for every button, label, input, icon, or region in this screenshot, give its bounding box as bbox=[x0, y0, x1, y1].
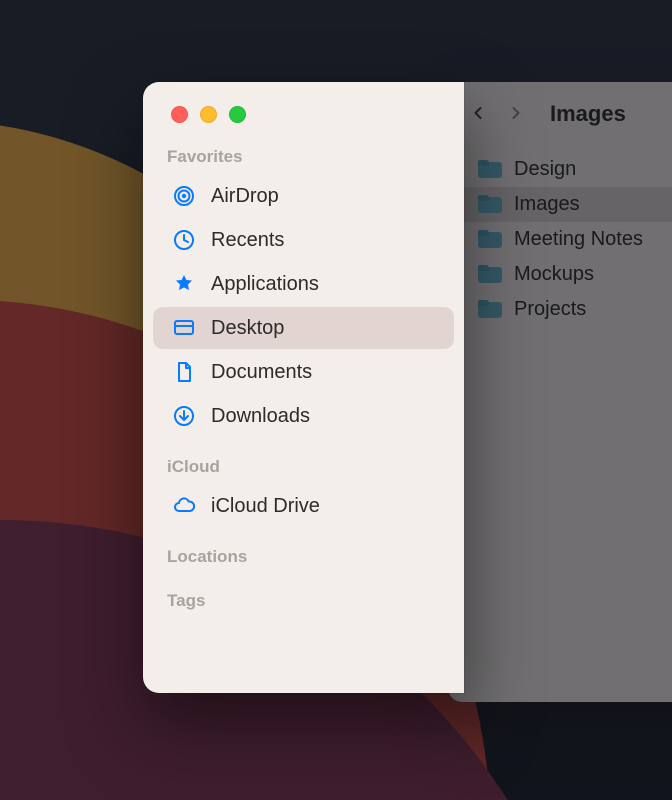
sidebar-item-label: Desktop bbox=[211, 317, 284, 340]
clock-icon bbox=[171, 227, 197, 253]
sidebar-item-label: Downloads bbox=[211, 405, 310, 428]
download-icon bbox=[171, 403, 197, 429]
section-header-tags: Tags bbox=[143, 573, 464, 617]
sidebar-item-recents[interactable]: Recents bbox=[153, 219, 454, 261]
sidebar-item-desktop[interactable]: Desktop bbox=[153, 307, 454, 349]
sidebar-item-label: Documents bbox=[211, 361, 312, 384]
sidebar-item-label: iCloud Drive bbox=[211, 495, 320, 518]
applications-icon bbox=[171, 271, 197, 297]
airdrop-icon bbox=[171, 183, 197, 209]
document-icon bbox=[171, 359, 197, 385]
cloud-icon bbox=[171, 493, 197, 519]
sidebar-item-label: AirDrop bbox=[211, 185, 279, 208]
sidebar-item-applications[interactable]: Applications bbox=[153, 263, 454, 305]
section-header-icloud: iCloud bbox=[143, 439, 464, 483]
sidebar-item-airdrop[interactable]: AirDrop bbox=[153, 175, 454, 217]
section-header-favorites: Favorites bbox=[143, 137, 464, 173]
window-minimize-button[interactable] bbox=[200, 106, 217, 123]
sidebar-item-label: Applications bbox=[211, 273, 319, 296]
sidebar-item-label: Recents bbox=[211, 229, 284, 252]
desktop-icon bbox=[171, 315, 197, 341]
window-controls bbox=[143, 82, 464, 137]
window-close-button[interactable] bbox=[171, 106, 188, 123]
window-zoom-button[interactable] bbox=[229, 106, 246, 123]
sidebar-item-documents[interactable]: Documents bbox=[153, 351, 454, 393]
finder-sidebar-window: Favorites AirDrop Recents Applications D… bbox=[143, 82, 464, 693]
sidebar-item-icloud-drive[interactable]: iCloud Drive bbox=[153, 485, 454, 527]
section-header-locations: Locations bbox=[143, 529, 464, 573]
sidebar-item-downloads[interactable]: Downloads bbox=[153, 395, 454, 437]
